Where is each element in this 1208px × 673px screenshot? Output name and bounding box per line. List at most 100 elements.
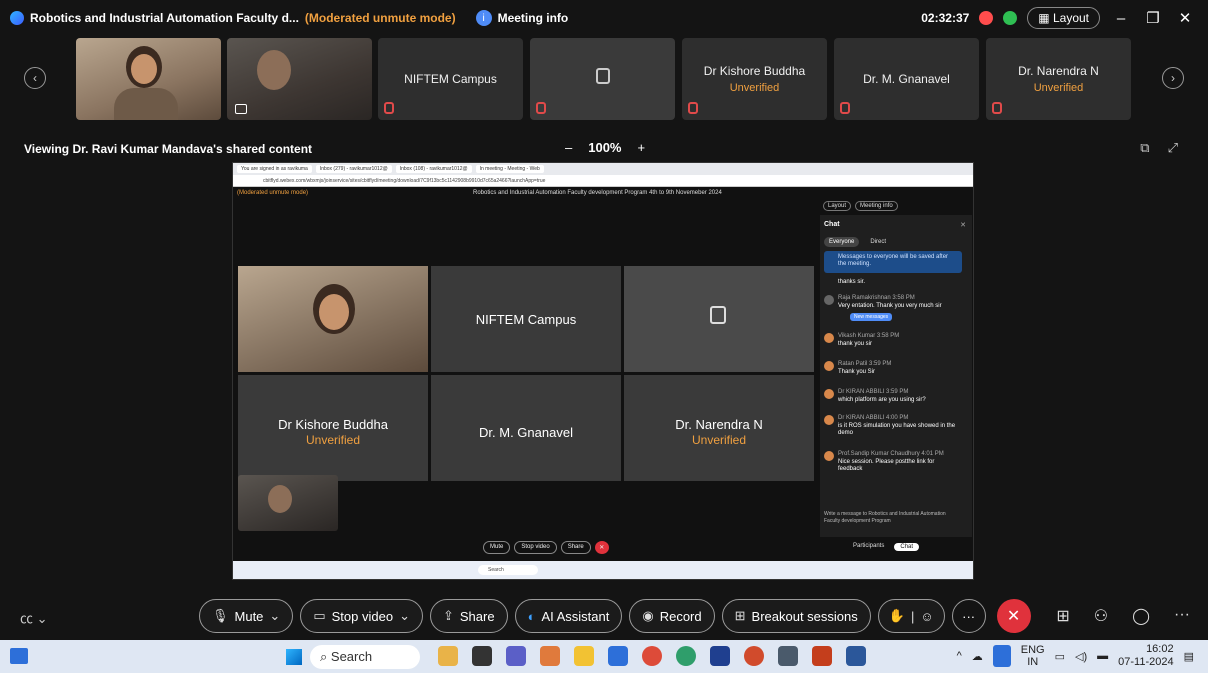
fullscreen-icon[interactable]: ⤢: [1168, 140, 1178, 156]
participant-tile[interactable]: Dr. M. Gnanavel: [834, 38, 979, 120]
windows-taskbar: ⌕ Search ^ ☁ ENG IN ▭ ◁) ▬ 16:02 07-11-2…: [0, 640, 1208, 673]
show-hidden-icon[interactable]: ^: [957, 650, 962, 662]
meeting-info-button[interactable]: Meeting info: [498, 11, 569, 25]
store-icon[interactable]: [608, 646, 628, 666]
shared-content-bar: Viewing Dr. Ravi Kumar Mandava's shared …: [0, 138, 1208, 160]
zoom-in-icon[interactable]: +: [637, 140, 645, 155]
chat-tab-direct: Direct: [870, 239, 887, 245]
stop-video-button[interactable]: ▭ Stop video ⌄: [300, 599, 423, 633]
meeting-toolbar: ㏄ ⌄ 🎙 Mute ⌄ ▭ Stop video ⌄ ⇪ Share ◐ AI…: [0, 596, 1208, 636]
unverified-badge: Unverified: [729, 82, 780, 94]
language-indicator[interactable]: ENG IN: [1021, 644, 1045, 668]
webex-icon[interactable]: [710, 646, 730, 666]
participant-tile[interactable]: Dr Kishore Buddha Unverified: [682, 38, 827, 120]
zoom-out-icon[interactable]: –: [565, 140, 572, 155]
participant-tile-video[interactable]: [227, 38, 372, 120]
chat-text: thank you sir: [838, 341, 873, 347]
inner-meeting-info: Meeting info: [855, 201, 898, 211]
onedrive-icon[interactable]: ☁: [972, 650, 983, 663]
record-button[interactable]: ◉ Record: [629, 599, 715, 633]
task-view-icon[interactable]: [472, 646, 492, 666]
meeting-info-icon[interactable]: i: [475, 10, 492, 26]
participant-name: Dr. M. Gnanavel: [863, 72, 950, 86]
strip-next-arrow-icon[interactable]: ›: [1162, 67, 1184, 89]
close-window-icon[interactable]: ✕: [1174, 9, 1196, 27]
chat-tab-everyone: Everyone: [824, 237, 860, 247]
share-button[interactable]: ⇪ Share: [429, 599, 508, 633]
participant-strip: ‹ NIFTEM Campus Dr Kishore Buddha Unveri…: [0, 38, 1208, 120]
word-icon[interactable]: [846, 646, 866, 666]
battery-icon[interactable]: ▬: [1097, 650, 1108, 662]
inner-unverified-badge: Unverified: [691, 433, 747, 447]
layout-button[interactable]: ▦ Layout: [1027, 7, 1100, 29]
inner-layout-button: Layout: [823, 201, 852, 211]
chat-text: is it ROS simulation you have showed in …: [838, 423, 956, 436]
windows-start-icon[interactable]: [286, 649, 302, 665]
record-label: Record: [659, 608, 702, 624]
widgets-icon[interactable]: [10, 648, 28, 664]
emoji-icon: ☺: [920, 608, 934, 624]
more-options-icon[interactable]: ···: [951, 599, 986, 633]
inner-controls: Layout Meeting info: [823, 201, 898, 211]
edge-icon[interactable]: [676, 646, 696, 666]
stop-video-label: Stop video: [331, 608, 394, 624]
clock[interactable]: 16:02 07-11-2024: [1118, 643, 1173, 669]
more-icon[interactable]: ···: [1174, 606, 1190, 626]
reactions-button[interactable]: ✋ | ☺: [877, 599, 945, 633]
file-explorer-icon[interactable]: [574, 646, 594, 666]
teams-icon[interactable]: [506, 646, 526, 666]
powerpoint-icon[interactable]: [812, 646, 832, 666]
participant-tile[interactable]: [530, 38, 675, 120]
chevron-down-icon[interactable]: ⌄: [399, 608, 410, 624]
chat-sender: Dr KIRAN ABBILI 3:59 PM: [838, 389, 909, 395]
apps-icon[interactable]: ⊞: [1056, 606, 1069, 626]
weather-icon[interactable]: [438, 646, 458, 666]
ai-assistant-button[interactable]: ◐ AI Assistant: [514, 599, 623, 633]
mic-in-use-icon[interactable]: [992, 645, 1011, 667]
chat-sender: Dr KIRAN ABBILI 4:00 PM: [838, 415, 909, 421]
participant-name: NIFTEM Campus: [404, 72, 497, 86]
taskbar-search[interactable]: ⌕ Search: [310, 645, 420, 669]
browser-tab: In meeting - Meeting - Web: [475, 165, 544, 173]
terminal-icon[interactable]: [778, 646, 798, 666]
network-icon[interactable]: ▭: [1055, 650, 1065, 663]
viewing-shared-label: Viewing Dr. Ravi Kumar Mandava's shared …: [24, 142, 313, 156]
inner-meeting-title: Robotics and Industrial Automation Facul…: [473, 190, 722, 196]
captions-icon[interactable]: ㏄ ⌄: [20, 608, 48, 627]
breakout-sessions-button[interactable]: ⊞ Breakout sessions: [721, 599, 871, 633]
end-call-icon[interactable]: ✕: [996, 599, 1031, 633]
webex-meeting-window: Robotics and Industrial Automation Facul…: [0, 0, 1208, 673]
inner-chat-button: Chat: [894, 543, 920, 551]
inner-panel-buttons: Participants Chat: [853, 543, 920, 551]
participants-icon[interactable]: ⚇: [1094, 606, 1108, 626]
chrome-profile-icon[interactable]: [744, 646, 764, 666]
raise-hand-icon: ✋: [888, 608, 905, 623]
notifications-icon[interactable]: ▤: [1184, 650, 1194, 663]
chat-text: which platform are you using sir?: [838, 397, 926, 403]
volume-icon[interactable]: ◁): [1075, 650, 1087, 663]
pop-out-icon[interactable]: ⧉: [1140, 140, 1149, 156]
chevron-down-icon[interactable]: ⌄: [269, 608, 280, 624]
chrome-icon[interactable]: [642, 646, 662, 666]
mute-button[interactable]: 🎙 Mute ⌄: [199, 599, 294, 633]
muted-mic-icon: [992, 102, 1002, 114]
inner-chat-panel: Chat ✕ Everyone Direct Messages to every…: [820, 215, 972, 537]
inner-mute-button: Mute: [483, 541, 511, 554]
inner-end-call-icon: ✕: [594, 541, 609, 554]
browser-tab: Inbox (279) - ravikumar1012@: [315, 165, 392, 173]
participant-tile[interactable]: Dr. Narendra N Unverified: [986, 38, 1131, 120]
minimize-icon[interactable]: –: [1110, 10, 1132, 27]
participant-tile-video[interactable]: [76, 38, 221, 120]
browser-address-bar: cbitflyd.webex.com/wbxmjs/joinservice/si…: [233, 175, 973, 187]
strip-prev-arrow-icon[interactable]: ‹: [24, 67, 46, 89]
photos-icon[interactable]: [540, 646, 560, 666]
participant-tile[interactable]: NIFTEM Campus: [378, 38, 523, 120]
inner-participant-name: NIFTEM Campus: [475, 312, 577, 327]
room-device-icon: [710, 306, 726, 324]
inner-participant-tile: [624, 266, 814, 372]
chat-icon[interactable]: ◯: [1132, 606, 1150, 626]
zoom-level: 100%: [588, 140, 622, 155]
restore-icon[interactable]: ❐: [1142, 9, 1164, 27]
clock-date: 07-11-2024: [1118, 656, 1174, 668]
network-status-icon[interactable]: [1003, 11, 1018, 25]
